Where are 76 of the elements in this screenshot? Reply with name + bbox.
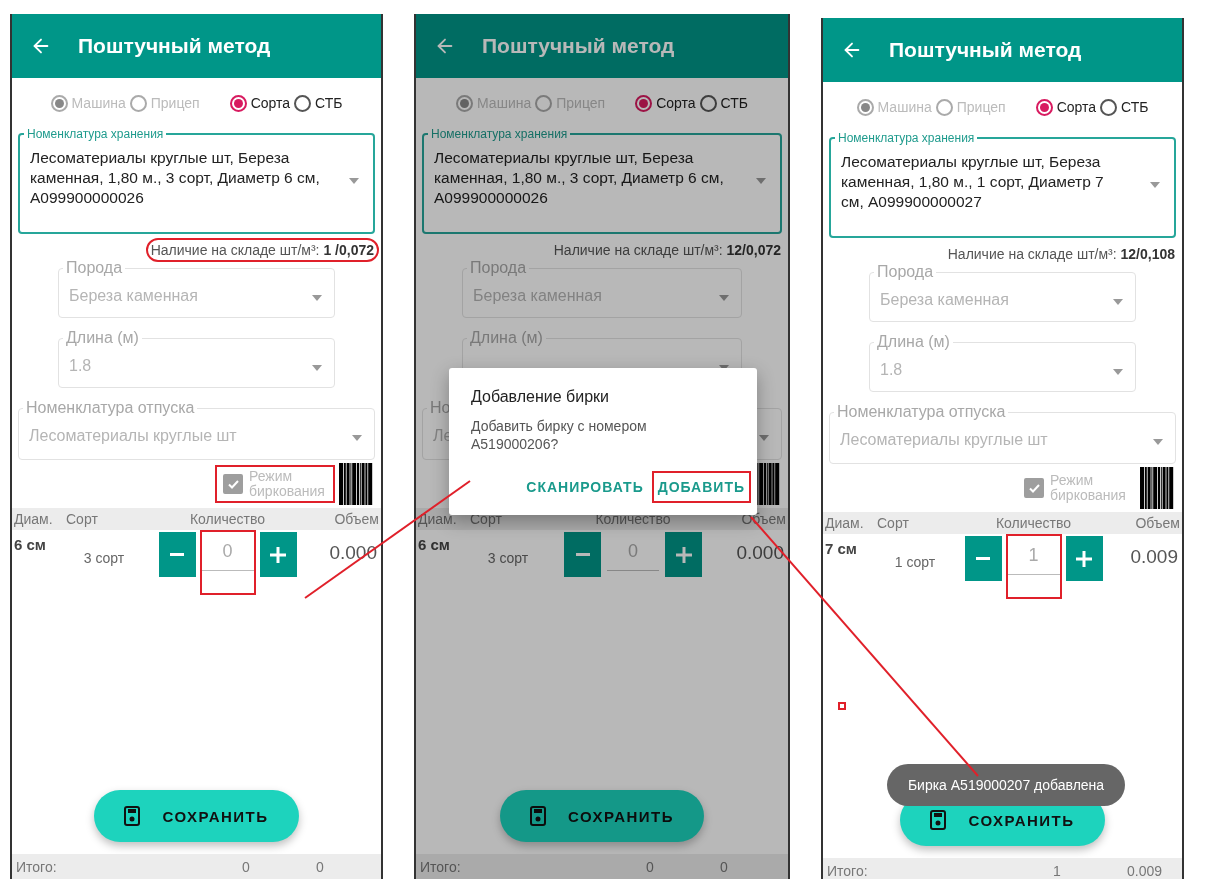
save-button[interactable]: СОХРАНИТЬ: [499, 790, 705, 842]
plus-icon: [675, 546, 692, 563]
volume-cell-text: 0.000: [736, 541, 785, 564]
grade-cell-text: 3 сорт: [487, 549, 529, 566]
quantity-input[interactable]: 1: [1007, 536, 1060, 575]
checkmark-icon: [1028, 483, 1040, 493]
minus-icon: [170, 553, 184, 556]
diameter-cell-text: 6 см: [417, 535, 451, 553]
minus-button[interactable]: [564, 532, 601, 577]
totals-label: Итого:: [419, 858, 462, 875]
dropdown-caret-icon[interactable]: [1150, 182, 1160, 189]
quantity-input[interactable]: 0: [607, 532, 659, 571]
column-header: Диам.: [13, 511, 54, 527]
totals-label: Итого:: [826, 862, 869, 879]
screen-title: Поштучный метод: [889, 38, 1082, 62]
minus-icon: [575, 553, 590, 556]
diameter-cell-text: 7 см: [824, 539, 858, 557]
radio-option[interactable]: Сорта: [1035, 98, 1097, 116]
volume-cell-text: 0.009: [1130, 545, 1179, 568]
column-header: Сорт: [876, 515, 910, 531]
save-icon: [124, 806, 141, 826]
barcode-icon[interactable]: [1140, 467, 1176, 509]
column-header: Диам.: [417, 511, 458, 527]
plus-button[interactable]: [665, 532, 702, 577]
dropdown-caret-icon[interactable]: [756, 178, 766, 185]
save-icon: [930, 810, 947, 830]
totals-label: Итого:: [15, 858, 58, 875]
column-header: Сорт: [65, 511, 99, 527]
totals-quantity: 1: [1052, 862, 1062, 879]
storage-dropdown[interactable]: Номенклатура хранения Лесоматериалы круглые шт, Береза каменная, 1,80 м., 3 сорт, Диаметр 6 см, A099900000026: [422, 128, 782, 234]
plus-icon: [270, 546, 286, 563]
column-header: Количество: [188, 511, 267, 527]
annotation-marker: [838, 702, 846, 710]
totals-volume: 0: [719, 858, 729, 875]
plus-button[interactable]: [1065, 536, 1103, 581]
totals-volume: 0: [315, 858, 325, 875]
screen-title: Поштучный метод: [482, 34, 675, 58]
barcode-icon[interactable]: [339, 463, 375, 505]
radio-option[interactable]: Сорта: [635, 94, 696, 112]
minus-button[interactable]: [158, 532, 196, 577]
plus-icon: [1076, 550, 1092, 567]
dialog-message: Добавить бирку с номером A519000206?: [471, 418, 648, 453]
dialog-button[interactable]: ДОБАВИТЬ: [653, 473, 749, 501]
minus-button[interactable]: [964, 536, 1002, 581]
dropdown-caret-icon[interactable]: [349, 178, 359, 185]
column-header: Объем: [333, 511, 380, 527]
column-header: Количество: [994, 515, 1073, 531]
column-header: Сорт: [469, 511, 503, 527]
save-icon: [529, 806, 546, 826]
stock-text: Наличие на складе шт/м³: 12/0,108: [946, 245, 1176, 264]
radio-option[interactable]: СТБ: [1100, 98, 1149, 116]
dialog-button[interactable]: СКАНИРОВАТЬ: [522, 473, 648, 501]
radio-option[interactable]: Сорта: [229, 94, 291, 112]
stock-text: Наличие на складе шт/м³: 1 /0,072: [147, 240, 377, 260]
totals-quantity: 0: [241, 858, 251, 875]
stock-text: Наличие на складе шт/м³: 12/0,072: [552, 241, 782, 260]
plus-button[interactable]: [259, 532, 297, 577]
message-toast: Бирка A519000207 добавлена: [887, 764, 1125, 806]
column-header: Диам.: [824, 515, 865, 531]
quantity-input[interactable]: 0: [201, 532, 254, 571]
radio-option[interactable]: СТБ: [699, 94, 748, 112]
column-header: Количество: [594, 511, 672, 527]
checkmark-icon: [227, 479, 239, 489]
diameter-cell-text: 6 см: [13, 535, 47, 553]
totals-quantity: 0: [645, 858, 655, 875]
radio-option[interactable]: СТБ: [294, 94, 343, 112]
save-button[interactable]: СОХРАНИТЬ: [94, 790, 299, 842]
grade-cell-text: 3 сорт: [83, 549, 125, 566]
storage-dropdown[interactable]: Номенклатура хранения Лесоматериалы круглые шт, Береза каменная, 1,80 м., 3 сорт, Диаметр 6 см, A099900000026: [18, 128, 375, 234]
totals-volume: 0.009: [1126, 862, 1164, 879]
minus-icon: [976, 557, 990, 560]
dialog-title: Добавление бирки: [471, 388, 611, 406]
storage-dropdown[interactable]: Номенклатура хранения Лесоматериалы круглые шт, Береза каменная, 1,80 м., 1 сорт, Диаметр 7 см, A099900000027: [829, 132, 1176, 238]
column-header: Объем: [1134, 515, 1181, 531]
screen-title: Поштучный метод: [78, 34, 271, 58]
grade-cell-text: 1 сорт: [894, 553, 936, 570]
